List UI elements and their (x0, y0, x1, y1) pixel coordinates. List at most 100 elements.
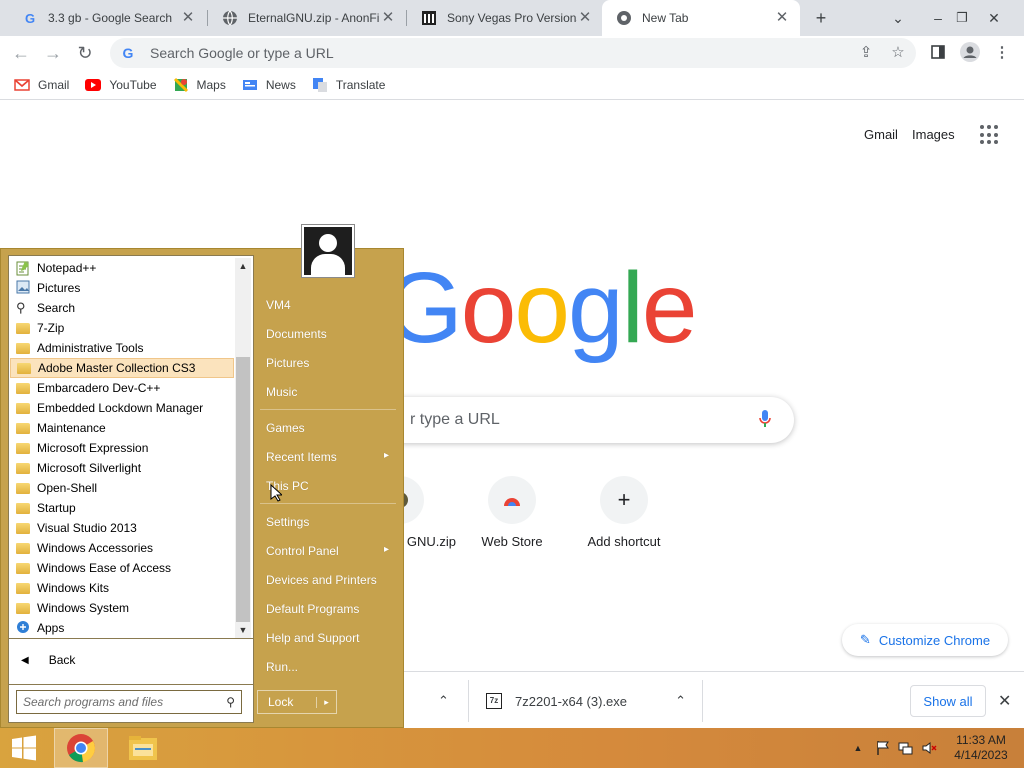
bookmark-gmail[interactable]: Gmail (14, 77, 69, 93)
scroll-up-icon[interactable]: ▲ (235, 258, 251, 274)
tab-sony-vegas[interactable]: Sony Vegas Pro Versions ✕ (407, 0, 603, 36)
minimize-icon[interactable]: – (926, 6, 950, 30)
program-item[interactable]: Microsoft Silverlight (10, 458, 234, 478)
close-tab-icon[interactable]: ✕ (577, 10, 593, 26)
start-right-item[interactable]: Help and Support (266, 631, 359, 645)
program-item[interactable]: Open-Shell (10, 478, 234, 498)
program-item[interactable]: Windows System (10, 598, 234, 618)
taskbar-file-explorer[interactable] (116, 728, 170, 768)
gmail-link[interactable]: Gmail (864, 127, 898, 142)
back-row[interactable]: ◀ Back (8, 639, 254, 685)
download-separator (468, 680, 469, 722)
action-center-flag-icon[interactable] (873, 728, 893, 768)
start-right-item[interactable]: Pictures (266, 356, 309, 370)
lock-button[interactable]: Lock ▸ (257, 690, 337, 714)
reload-icon[interactable]: ↻ (72, 40, 98, 66)
program-label: Visual Studio 2013 (37, 521, 137, 535)
bookmark-youtube[interactable]: YouTube (85, 77, 157, 93)
menu-kebab-icon[interactable]: ⋮ (990, 40, 1014, 64)
close-shelf-icon[interactable]: ✕ (998, 683, 1011, 719)
program-label: Windows System (37, 601, 130, 615)
program-item[interactable]: Administrative Tools (10, 338, 234, 358)
close-tab-icon[interactable]: ✕ (180, 10, 196, 26)
program-item[interactable]: Windows Kits (10, 578, 234, 598)
start-right-item[interactable]: Devices and Printers (266, 573, 377, 587)
clock[interactable]: 11:33 AM 4/14/2023 (946, 728, 1016, 768)
tab-search-chevron-icon[interactable]: ⌄ (886, 6, 910, 30)
omnibox[interactable]: G Search Google or type a URL (110, 38, 916, 68)
shortcut-web-store[interactable]: Web Store (456, 476, 568, 549)
user-picture[interactable] (301, 224, 355, 278)
restore-icon[interactable]: ❐ (950, 6, 974, 30)
program-item[interactable]: Apps (10, 618, 234, 638)
program-item[interactable]: Pictures (10, 278, 234, 298)
images-link[interactable]: Images (912, 127, 955, 142)
program-label: Microsoft Expression (37, 441, 149, 455)
start-search-input[interactable]: Search programs and files ⚲ (16, 690, 242, 714)
close-tab-icon[interactable]: ✕ (774, 10, 790, 26)
program-item[interactable]: Adobe Master Collection CS3 (10, 358, 234, 378)
show-all-button[interactable]: Show all (910, 685, 986, 717)
start-right-item[interactable]: Settings (266, 515, 309, 529)
download-chevron-icon[interactable]: ⌃ (675, 693, 686, 709)
share-icon[interactable]: ⇪ (854, 40, 878, 64)
start-right-item[interactable]: Default Programs (266, 602, 359, 616)
ntp-search-box[interactable]: r type a URL (400, 397, 794, 443)
start-right-item[interactable]: Recent Items ▸ (266, 450, 389, 464)
bookmark-maps[interactable]: Maps (173, 77, 226, 93)
folder-icon (17, 360, 33, 376)
start-right-item[interactable]: VM4 (266, 298, 291, 312)
program-item[interactable]: Notepad++ (10, 258, 234, 278)
start-right-item[interactable]: Music (266, 385, 297, 399)
start-right-item[interactable]: Documents (266, 327, 327, 341)
back-arrow-icon[interactable]: ← (8, 40, 34, 66)
tab-anonfiles[interactable]: EternalGNU.zip - AnonFil ✕ (208, 0, 406, 36)
start-button[interactable] (0, 728, 48, 768)
shortcut-add[interactable]: + Add shortcut (568, 476, 680, 549)
customize-chrome-button[interactable]: ✎ Customize Chrome (842, 624, 1008, 656)
tray-overflow-icon[interactable]: ▲ (849, 728, 867, 768)
program-label: Pictures (37, 281, 81, 295)
program-item[interactable]: Windows Ease of Access (10, 558, 234, 578)
program-item[interactable]: Embedded Lockdown Manager (10, 398, 234, 418)
network-icon[interactable] (896, 728, 916, 768)
program-item[interactable]: Microsoft Expression (10, 438, 234, 458)
start-right-item[interactable]: Games (266, 421, 305, 435)
taskbar-chrome[interactable] (54, 728, 108, 768)
back-button[interactable]: ◀ Back (21, 653, 75, 667)
program-item[interactable]: Windows Accessories (10, 538, 234, 558)
lock-options-arrow-icon[interactable]: ▸ (316, 696, 336, 708)
side-panel-icon[interactable] (926, 40, 950, 64)
window-close-icon[interactable]: ✕ (982, 6, 1006, 30)
close-tab-icon[interactable]: ✕ (380, 10, 396, 26)
translate-icon (312, 77, 328, 93)
google-apps-icon[interactable] (980, 125, 1000, 145)
bookmark-translate[interactable]: Translate (312, 77, 385, 93)
tab-new-tab[interactable]: New Tab ✕ (602, 0, 800, 36)
google-g-icon: G (122, 45, 134, 61)
program-item[interactable]: Visual Studio 2013 (10, 518, 234, 538)
download-chevron-icon[interactable]: ⌃ (438, 683, 449, 719)
microphone-icon[interactable] (758, 409, 772, 432)
new-tab-plus-icon[interactable]: + (809, 6, 833, 30)
scroll-thumb[interactable] (236, 357, 250, 622)
forward-arrow-icon[interactable]: → (40, 40, 66, 66)
tab-google-search[interactable]: G 3.3 gb - Google Search ✕ (8, 0, 206, 36)
program-item[interactable]: ⚲ Search (10, 298, 234, 318)
program-item[interactable]: Startup (10, 498, 234, 518)
profile-avatar-icon[interactable] (958, 40, 982, 64)
search-icon[interactable]: ⚲ (226, 695, 235, 709)
start-right-item[interactable]: Control Panel ▸ (266, 544, 389, 558)
bookmark-news[interactable]: News (242, 77, 296, 93)
tab-title: 3.3 gb - Google Search (48, 11, 173, 25)
program-item[interactable]: 7-Zip (10, 318, 234, 338)
folder-icon (16, 440, 32, 456)
star-icon[interactable]: ☆ (886, 40, 910, 64)
volume-muted-icon[interactable] (919, 728, 939, 768)
download-item[interactable]: 7z 7z2201-x64 (3).exe ⌃ (486, 683, 694, 719)
scroll-down-icon[interactable]: ▼ (235, 622, 251, 638)
start-right-item[interactable]: Run... (266, 660, 298, 674)
program-item[interactable]: Maintenance (10, 418, 234, 438)
program-item[interactable]: Embarcadero Dev-C++ (10, 378, 234, 398)
windows-logo-icon (12, 735, 36, 761)
